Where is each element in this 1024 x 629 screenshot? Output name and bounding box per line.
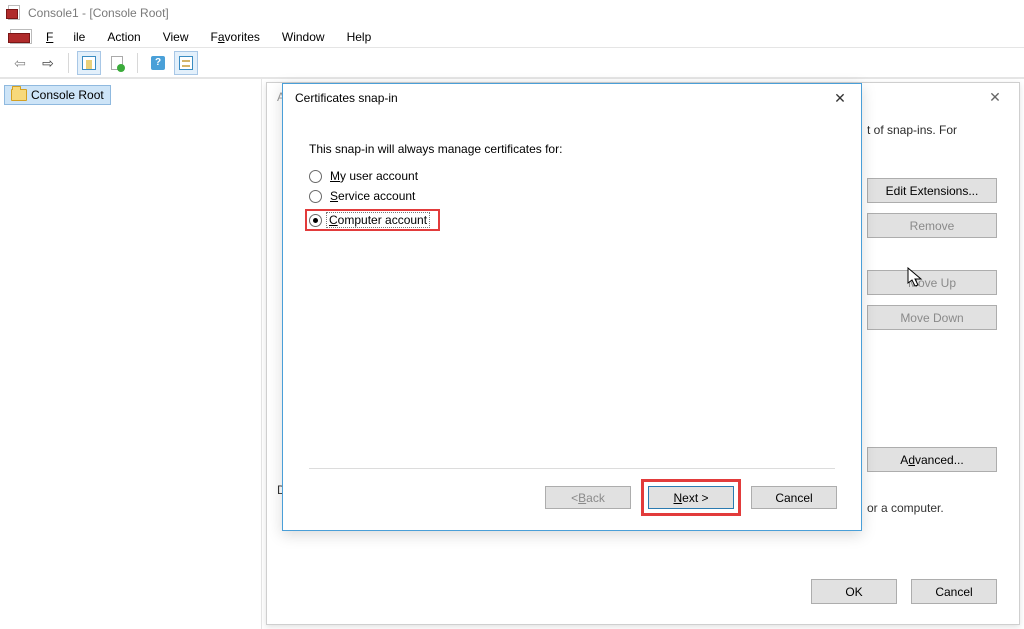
menu-help[interactable]: Help <box>337 28 382 46</box>
body: Console Root Add or Remove Snap-ins ✕ Y … <box>0 78 1024 629</box>
cert-body: This snap-in will always manage certific… <box>283 112 861 244</box>
folder-icon <box>11 89 27 101</box>
mmc-window: Console1 - [Console Root] File Action Vi… <box>0 0 1024 629</box>
cert-prompt: This snap-in will always manage certific… <box>309 142 835 156</box>
remove-button[interactable]: Remove <box>867 213 997 238</box>
radio-icon <box>309 214 322 227</box>
title-bar: Console1 - [Console Root] <box>0 0 1024 26</box>
certificates-snapin-dialog: Certificates snap-in ✕ This snap-in will… <box>282 83 862 531</box>
snapins-desc-fragment: t of snap-ins. For <box>867 123 1003 137</box>
console-tree: Console Root <box>0 79 262 629</box>
radio-my-user-account[interactable]: My user account <box>309 166 835 186</box>
menu-favorites[interactable]: Favorites <box>201 28 270 46</box>
mmc-icon <box>6 5 22 21</box>
menu-bar: File Action View Favorites Window Help <box>0 26 1024 48</box>
snapins-right-buttons: Edit Extensions... Remove Move Up Move D… <box>867 178 997 330</box>
window-title: Console1 - [Console Root] <box>28 6 169 20</box>
action-pane-button[interactable] <box>174 51 198 75</box>
radio-computer-account[interactable]: Computer account <box>309 206 835 234</box>
back-button[interactable]: ⇦ <box>8 51 32 75</box>
add-remove-snapins-dialog: Add or Remove Snap-ins ✕ Y e A t of snap… <box>266 82 1020 625</box>
next-button[interactable]: Next > <box>648 486 734 509</box>
tree-item-console-root[interactable]: Console Root <box>4 85 111 105</box>
radio-icon <box>309 170 322 183</box>
cert-footer: < Back Next > Cancel <box>545 479 837 516</box>
menu-file[interactable]: File <box>36 28 95 46</box>
mmc-icon-small <box>8 29 28 45</box>
snapins-footer: OK Cancel <box>811 579 997 604</box>
back-button: < Back <box>545 486 631 509</box>
selection-highlight: Computer account <box>305 209 440 231</box>
move-down-button[interactable]: Move Down <box>867 305 997 330</box>
toolbar: ⇦ ⇨ ? <box>0 48 1024 78</box>
toolbar-separator <box>68 53 69 73</box>
toolbar-separator <box>137 53 138 73</box>
forward-button[interactable]: ⇨ <box>36 51 60 75</box>
help-button[interactable]: ? <box>146 51 170 75</box>
next-highlight: Next > <box>641 479 741 516</box>
menu-view[interactable]: View <box>153 28 199 46</box>
divider <box>309 468 835 469</box>
edit-extensions-button[interactable]: Edit Extensions... <box>867 178 997 203</box>
export-list-button[interactable] <box>105 51 129 75</box>
show-hide-tree-button[interactable] <box>77 51 101 75</box>
advanced-button-wrap: Advanced... <box>867 447 997 472</box>
radio-icon <box>309 190 322 203</box>
move-up-button[interactable]: Move Up <box>867 270 997 295</box>
cert-title-text: Certificates snap-in <box>295 91 398 105</box>
ok-button[interactable]: OK <box>811 579 897 604</box>
close-icon[interactable]: ✕ <box>981 85 1009 109</box>
cancel-button[interactable]: Cancel <box>911 579 997 604</box>
cancel-button[interactable]: Cancel <box>751 486 837 509</box>
cert-title-bar: Certificates snap-in ✕ <box>283 84 861 112</box>
radio-service-account[interactable]: Service account <box>309 186 835 206</box>
close-icon[interactable]: ✕ <box>823 86 857 110</box>
advanced-button[interactable]: Advanced... <box>867 447 997 472</box>
tree-item-label: Console Root <box>31 88 104 102</box>
menu-action[interactable]: Action <box>97 28 150 46</box>
content-panel: Add or Remove Snap-ins ✕ Y e A t of snap… <box>262 79 1024 629</box>
menu-window[interactable]: Window <box>272 28 335 46</box>
